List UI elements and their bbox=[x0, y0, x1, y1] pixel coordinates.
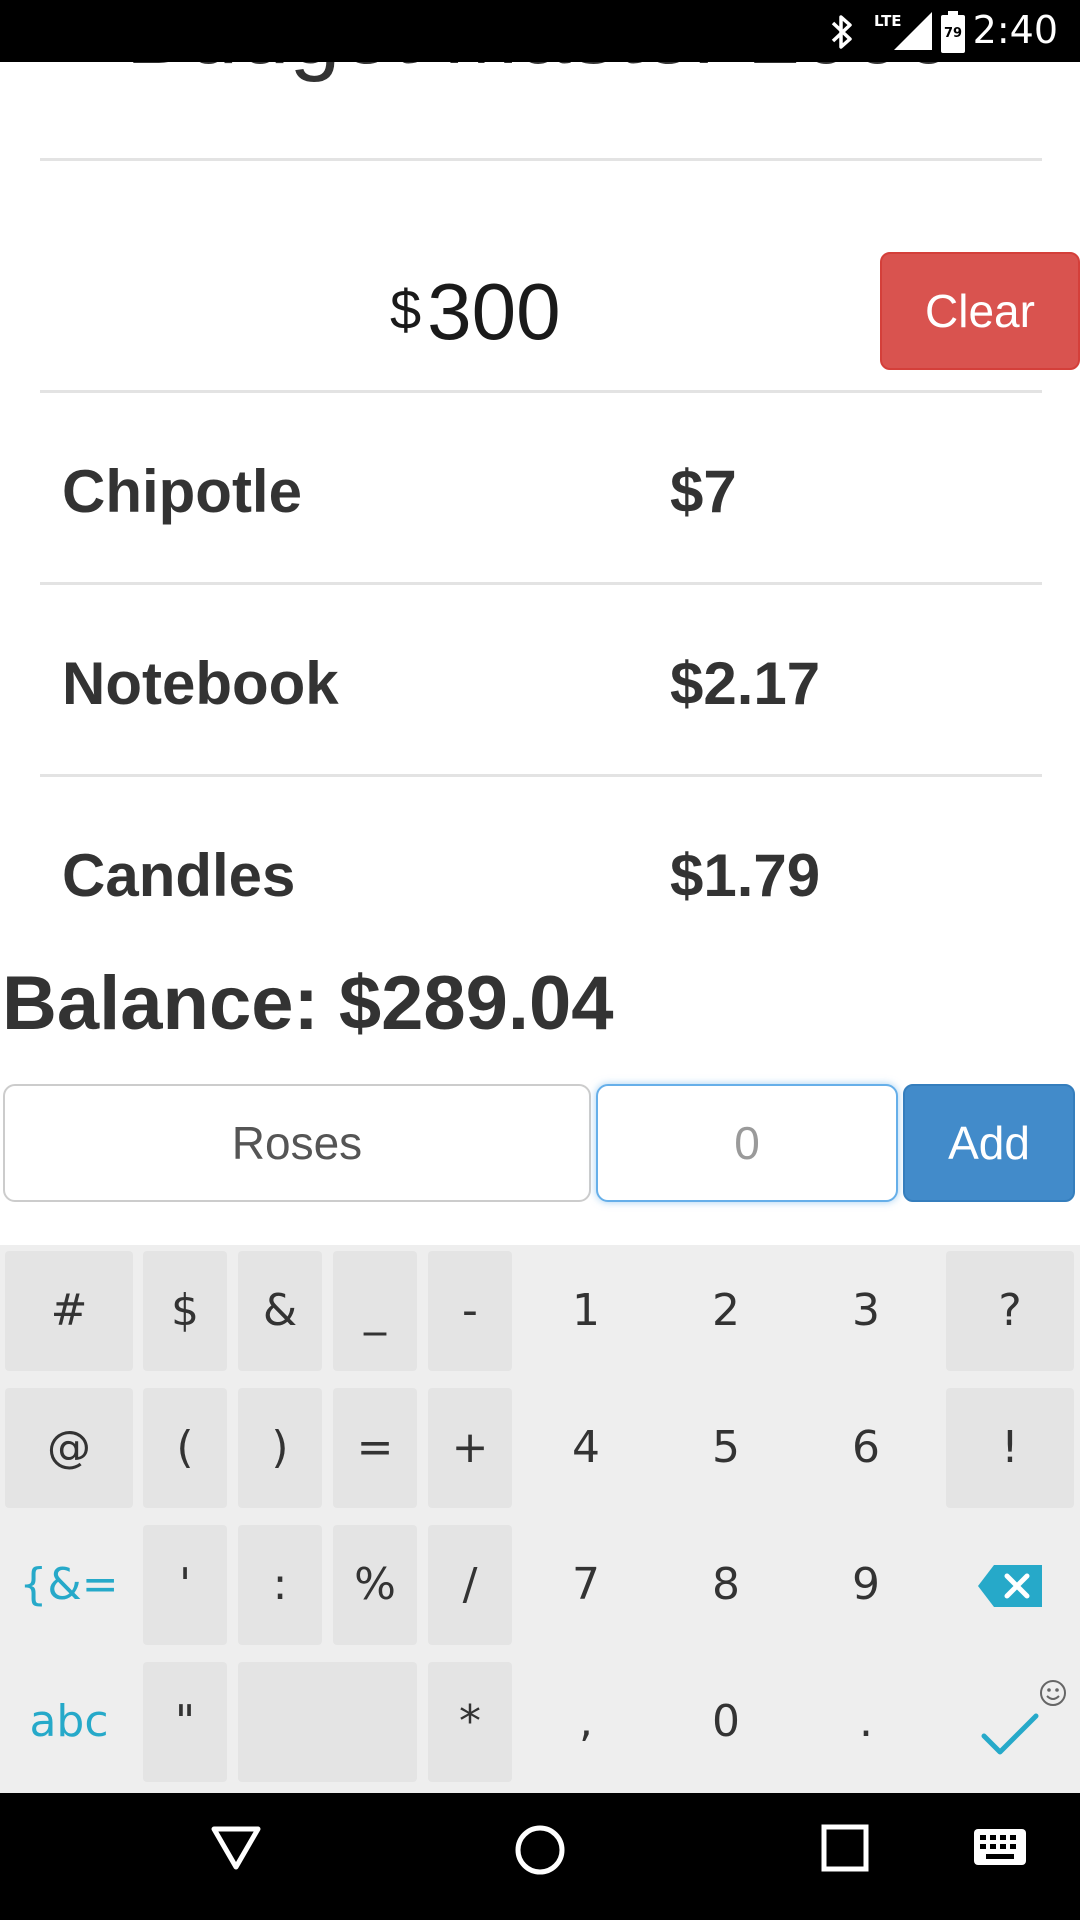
screen: LTE 79 2:40 Budget Master 2000 $300 Clea… bbox=[0, 0, 1080, 1920]
key[interactable]: @ bbox=[5, 1388, 133, 1508]
key[interactable]: 9 bbox=[796, 1525, 936, 1645]
key[interactable]: 8 bbox=[656, 1525, 796, 1645]
lte-label: LTE bbox=[874, 12, 902, 30]
divider bbox=[40, 390, 1042, 393]
add-button[interactable]: Add bbox=[903, 1084, 1075, 1202]
expense-row[interactable]: Notebook $2.17 bbox=[40, 587, 1042, 777]
key[interactable]: : bbox=[238, 1525, 322, 1645]
key[interactable]: % bbox=[333, 1525, 417, 1645]
keyboard: # $ & _ - 1 2 3 ? @ ( ) = + 4 5 6 ! {&= … bbox=[0, 1245, 1080, 1793]
currency-symbol: $ bbox=[390, 278, 422, 341]
divider bbox=[40, 774, 1042, 777]
status-bar: LTE 79 2:40 bbox=[0, 0, 1080, 62]
alpha-toggle-key[interactable]: abc bbox=[5, 1662, 133, 1782]
space-key[interactable] bbox=[238, 1662, 417, 1782]
expense-name: Notebook bbox=[62, 650, 339, 717]
nav-bar bbox=[0, 1793, 1080, 1920]
balance: Balance: $289.04 bbox=[2, 960, 614, 1047]
expense-name: Chipotle bbox=[62, 458, 302, 525]
item-name-input[interactable] bbox=[3, 1084, 591, 1202]
backspace-icon bbox=[978, 1565, 1044, 1618]
clear-button[interactable]: Clear bbox=[880, 252, 1080, 370]
bluetooth-icon bbox=[828, 12, 856, 57]
key[interactable]: 0 bbox=[656, 1662, 796, 1782]
expense-row[interactable]: Candles $1.79 bbox=[40, 779, 1042, 969]
key[interactable]: 7 bbox=[516, 1525, 656, 1645]
key[interactable]: _ bbox=[333, 1251, 417, 1371]
key[interactable]: = bbox=[333, 1388, 417, 1508]
key[interactable]: # bbox=[5, 1251, 133, 1371]
entry-row: Add bbox=[0, 1084, 1080, 1204]
budget-display: $300 bbox=[390, 266, 561, 358]
expense-amount: $2.17 bbox=[670, 650, 821, 717]
budget-amount[interactable]: 300 bbox=[427, 267, 560, 356]
key[interactable]: ) bbox=[238, 1388, 322, 1508]
backspace-key[interactable] bbox=[946, 1525, 1074, 1645]
key[interactable]: & bbox=[238, 1251, 322, 1371]
key[interactable]: . bbox=[796, 1662, 936, 1782]
expense-amount: $7 bbox=[670, 458, 737, 525]
key[interactable]: + bbox=[428, 1388, 512, 1508]
key[interactable]: 2 bbox=[656, 1251, 796, 1371]
divider bbox=[40, 158, 1042, 161]
battery-icon: 79 bbox=[940, 10, 966, 59]
key[interactable]: 6 bbox=[796, 1388, 936, 1508]
key[interactable]: 5 bbox=[656, 1388, 796, 1508]
lte-signal-icon: LTE bbox=[872, 8, 934, 57]
key[interactable]: * bbox=[428, 1662, 512, 1782]
expense-name: Candles bbox=[62, 842, 296, 909]
key[interactable]: 1 bbox=[516, 1251, 656, 1371]
key[interactable]: / bbox=[428, 1525, 512, 1645]
expense-amount: $1.79 bbox=[670, 842, 821, 909]
balance-label: Balance: bbox=[2, 961, 319, 1046]
keyboard-switch-icon[interactable] bbox=[972, 1827, 1028, 1872]
enter-key[interactable] bbox=[946, 1662, 1074, 1782]
key[interactable]: - bbox=[428, 1251, 512, 1371]
expense-row[interactable]: Chipotle $7 bbox=[40, 395, 1042, 585]
key[interactable]: ( bbox=[143, 1388, 227, 1508]
key[interactable]: $ bbox=[143, 1251, 227, 1371]
key[interactable]: , bbox=[516, 1662, 656, 1782]
checkmark-icon bbox=[980, 1712, 1040, 1769]
symbols-toggle-key[interactable]: {&= bbox=[5, 1525, 133, 1645]
balance-amount: $289.04 bbox=[338, 961, 614, 1046]
key[interactable]: ! bbox=[946, 1388, 1074, 1508]
key[interactable]: ? bbox=[946, 1251, 1074, 1371]
budget-row: $300 Clear bbox=[40, 230, 1080, 390]
home-icon[interactable] bbox=[513, 1823, 567, 1882]
battery-level: 79 bbox=[944, 26, 962, 41]
status-time: 2:40 bbox=[972, 8, 1058, 52]
emoji-icon bbox=[1038, 1668, 1068, 1719]
key[interactable]: " bbox=[143, 1662, 227, 1782]
key[interactable]: ' bbox=[143, 1525, 227, 1645]
recents-icon[interactable] bbox=[820, 1823, 870, 1878]
item-amount-input[interactable] bbox=[596, 1084, 898, 1202]
divider bbox=[40, 582, 1042, 585]
back-icon[interactable] bbox=[210, 1823, 262, 1878]
key[interactable]: 3 bbox=[796, 1251, 936, 1371]
key[interactable]: 4 bbox=[516, 1388, 656, 1508]
